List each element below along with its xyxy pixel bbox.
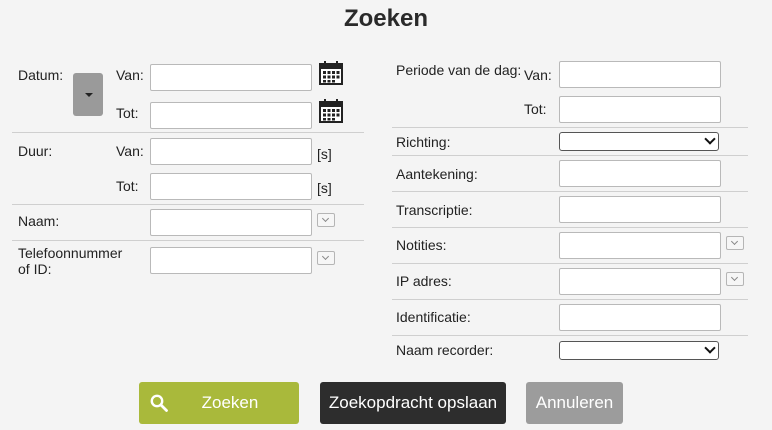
duur-van-label: Van: xyxy=(116,143,144,159)
periode-van-input[interactable] xyxy=(559,61,721,88)
ip-label: IP adres: xyxy=(396,273,452,289)
cancel-button[interactable]: Annuleren xyxy=(526,382,623,424)
chevron-down-icon[interactable] xyxy=(726,236,744,250)
transcriptie-input[interactable] xyxy=(559,196,721,223)
save-search-button-label: Zoekopdracht opslaan xyxy=(328,393,498,412)
divider xyxy=(392,263,748,264)
richting-label: Richting: xyxy=(396,134,451,150)
divider xyxy=(392,335,748,336)
divider xyxy=(12,132,364,133)
telefoon-label: Telefoonnummer of ID: xyxy=(18,245,123,277)
calendar-icon[interactable] xyxy=(319,99,343,123)
duur-van-unit: [s] xyxy=(317,146,332,162)
duur-tot-label: Tot: xyxy=(116,178,139,194)
periode-tot-label: Tot: xyxy=(524,101,547,117)
chevron-down-icon xyxy=(704,342,716,354)
duur-tot-unit: [s] xyxy=(317,180,332,196)
datum-tot-label: Tot: xyxy=(116,105,139,121)
page-title: Zoeken xyxy=(343,5,429,32)
periode-label: Periode van de dag: xyxy=(396,62,522,78)
naam-label: Naam: xyxy=(18,213,60,229)
date-range-dropdown-button[interactable] xyxy=(73,73,103,116)
divider xyxy=(392,227,748,228)
datum-tot-input[interactable] xyxy=(150,102,312,129)
divider xyxy=(392,299,748,300)
aantekening-label: Aantekening: xyxy=(396,166,478,182)
datum-label: Datum: xyxy=(18,67,64,83)
recorder-select[interactable] xyxy=(559,341,719,360)
naam-input[interactable] xyxy=(150,209,312,236)
duur-label: Duur: xyxy=(18,143,53,159)
datum-van-input[interactable] xyxy=(150,64,312,91)
cancel-button-label: Annuleren xyxy=(535,393,614,412)
identificatie-input[interactable] xyxy=(559,304,721,331)
chevron-down-icon[interactable] xyxy=(317,251,335,265)
ip-input[interactable] xyxy=(559,268,721,295)
chevron-down-icon xyxy=(704,133,716,145)
identificatie-label: Identificatie: xyxy=(396,309,471,325)
transcriptie-label: Transcriptie: xyxy=(396,202,473,218)
recorder-label: Naam recorder: xyxy=(396,342,494,358)
chevron-down-icon[interactable] xyxy=(726,272,744,286)
telefoon-input[interactable] xyxy=(150,247,312,274)
periode-tot-input[interactable] xyxy=(559,96,721,123)
divider xyxy=(392,127,748,128)
notities-label: Notities: xyxy=(396,237,447,253)
calendar-icon[interactable] xyxy=(319,61,343,85)
aantekening-input[interactable] xyxy=(559,160,721,187)
search-button[interactable]: Zoeken xyxy=(139,382,299,424)
search-icon xyxy=(150,394,168,412)
divider xyxy=(392,191,748,192)
search-button-label: Zoeken xyxy=(201,393,259,412)
divider xyxy=(12,204,364,205)
divider xyxy=(12,240,364,241)
save-search-button[interactable]: Zoekopdracht opslaan xyxy=(320,382,506,424)
periode-van-label: Van: xyxy=(524,67,552,83)
chevron-down-icon[interactable] xyxy=(317,213,335,227)
datum-van-label: Van: xyxy=(116,67,144,83)
divider xyxy=(392,155,748,156)
notities-input[interactable] xyxy=(559,232,721,259)
duur-van-input[interactable] xyxy=(150,138,312,165)
duur-tot-input[interactable] xyxy=(150,173,312,200)
richting-select[interactable] xyxy=(559,132,719,151)
